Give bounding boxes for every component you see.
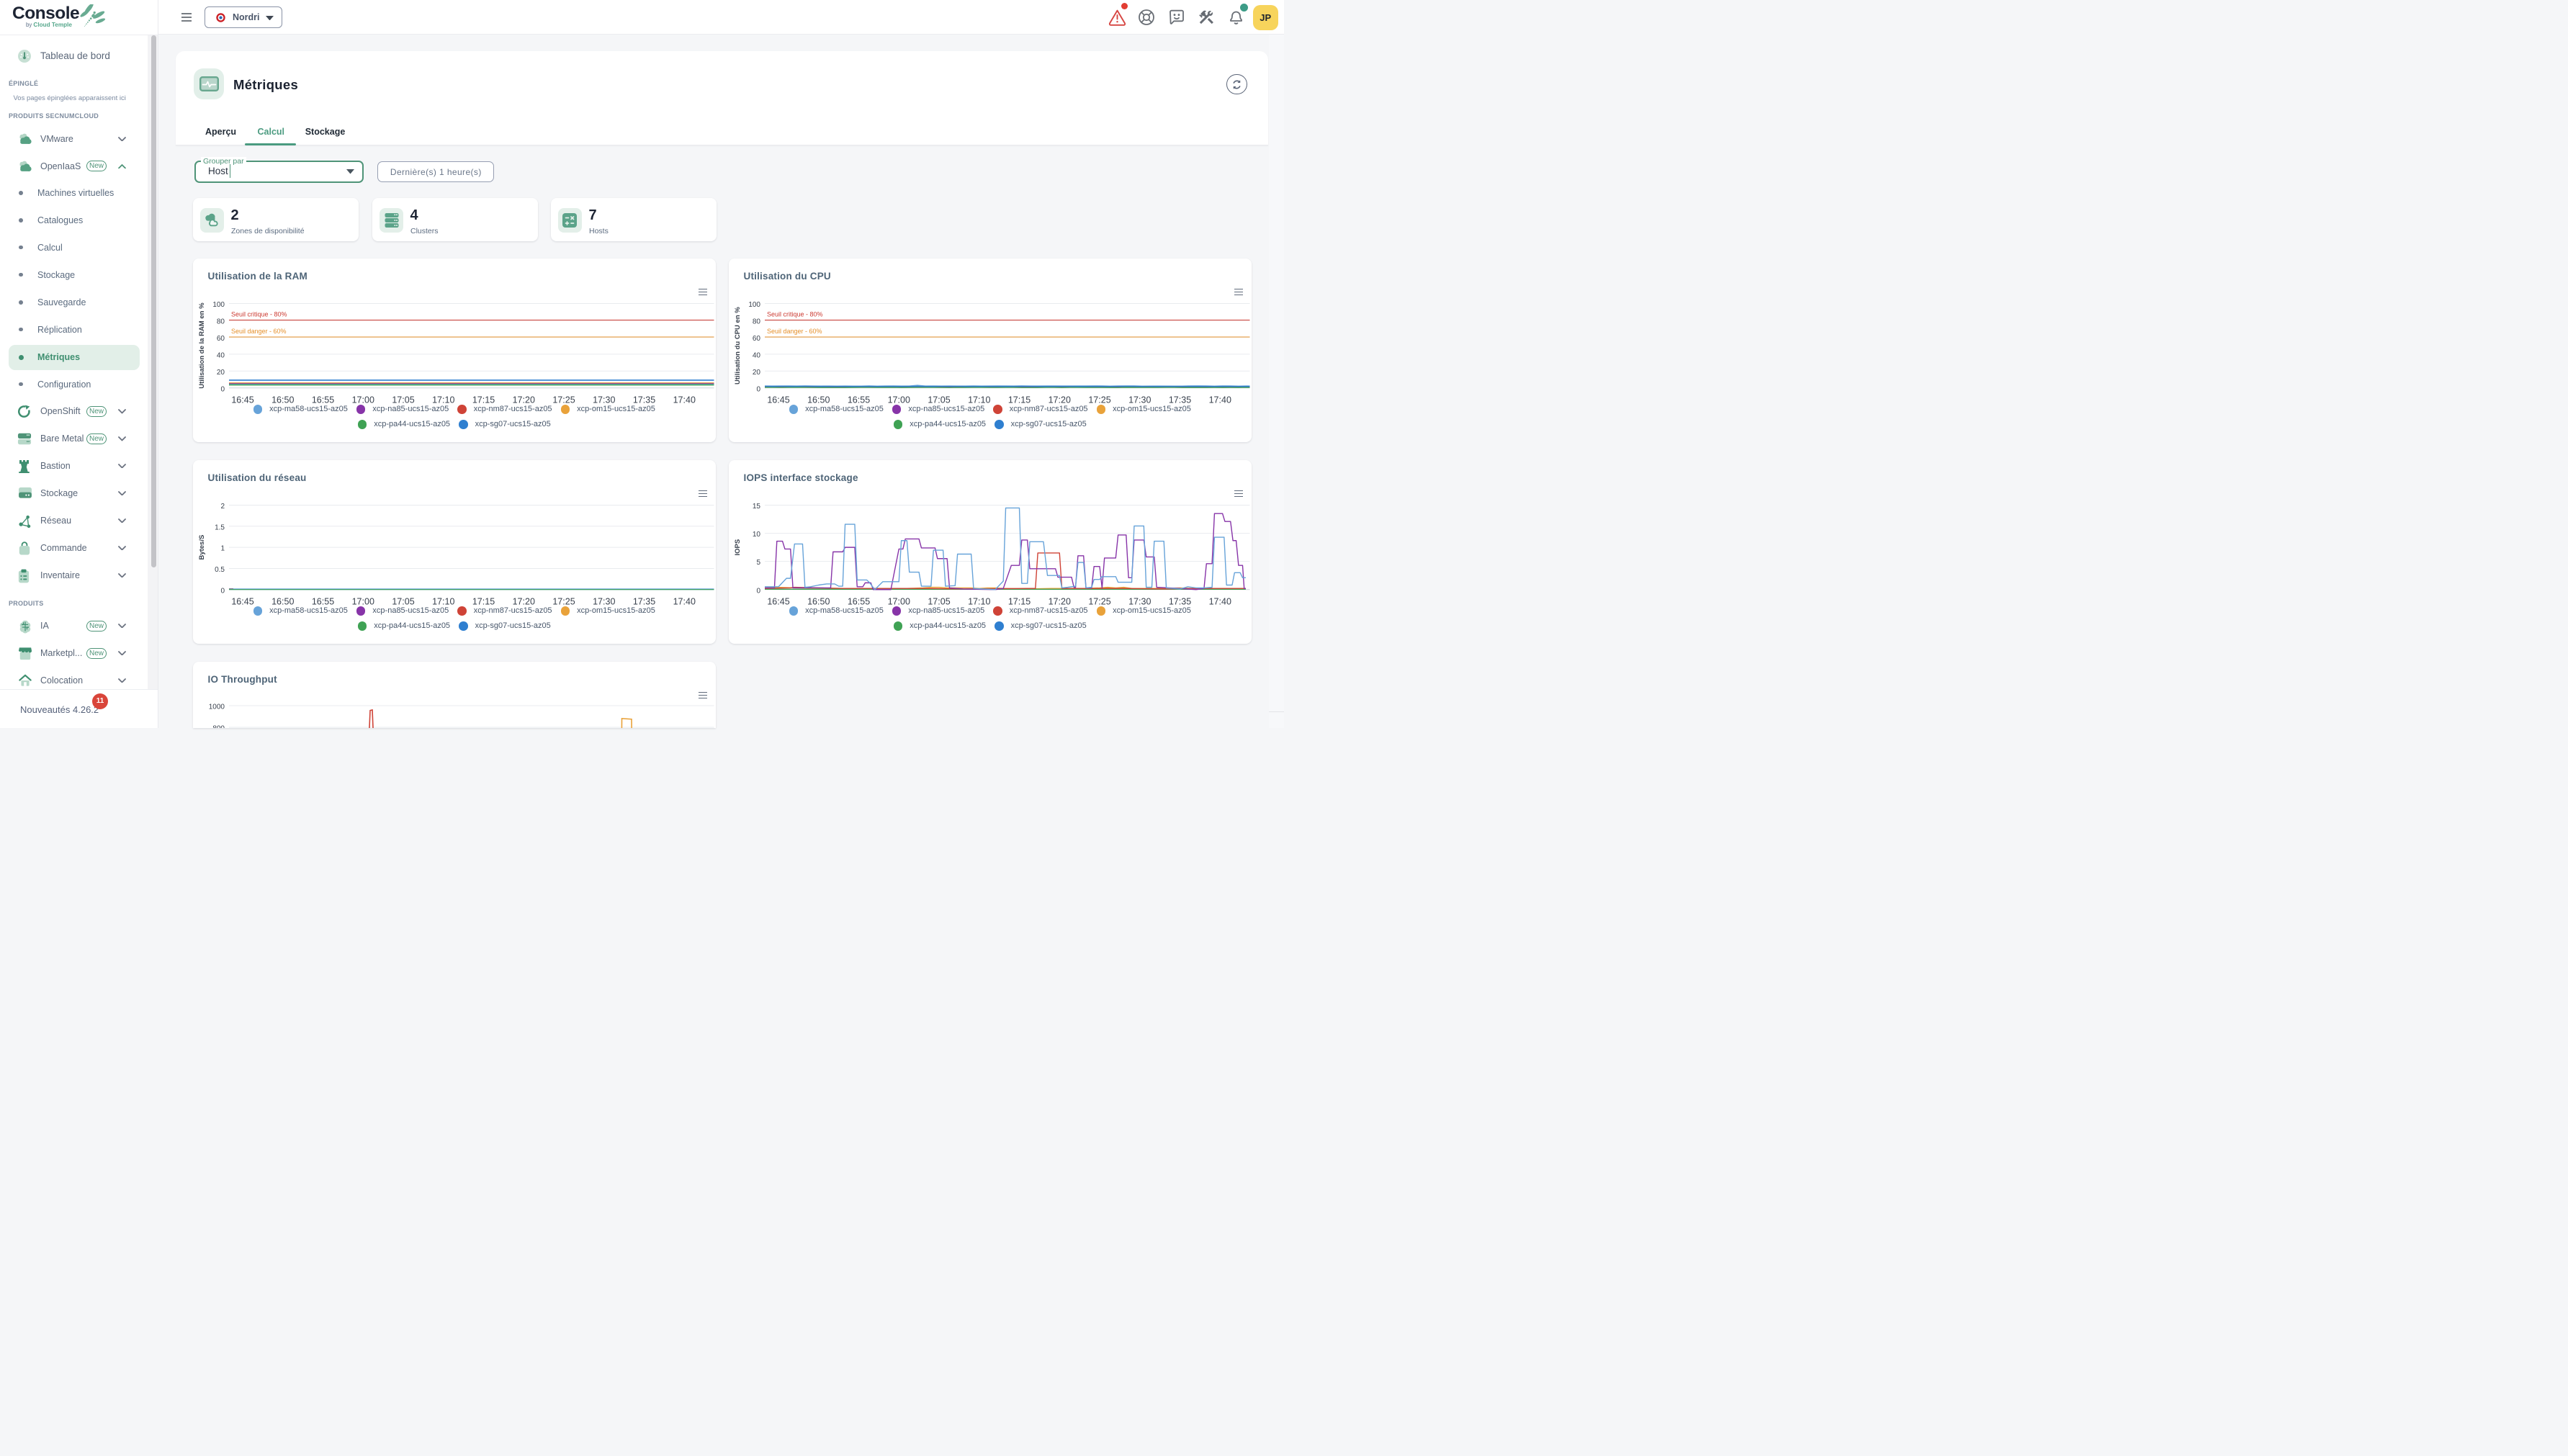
svg-text:0.5: 0.5 [215, 566, 225, 574]
svg-text:17:05: 17:05 [392, 597, 414, 607]
svg-text:17:30: 17:30 [1128, 395, 1151, 405]
svg-text:17:05: 17:05 [928, 395, 950, 405]
svg-text:16:50: 16:50 [807, 395, 830, 405]
svg-text:15: 15 [753, 503, 761, 511]
svg-text:16:45: 16:45 [767, 395, 789, 405]
svg-text:0: 0 [756, 385, 760, 393]
svg-text:17:35: 17:35 [1169, 597, 1191, 607]
svg-text:60: 60 [217, 335, 225, 343]
svg-text:0: 0 [756, 587, 760, 595]
svg-text:17:05: 17:05 [928, 597, 950, 607]
svg-text:16:55: 16:55 [848, 597, 870, 607]
svg-text:Seuil danger - 60%: Seuil danger - 60% [231, 328, 287, 335]
svg-text:17:35: 17:35 [1169, 395, 1191, 405]
svg-text:17:20: 17:20 [1049, 597, 1071, 607]
svg-text:17:00: 17:00 [888, 395, 910, 405]
svg-text:16:50: 16:50 [271, 597, 294, 607]
svg-text:10: 10 [753, 531, 761, 539]
svg-text:16:45: 16:45 [231, 597, 253, 607]
svg-text:17:25: 17:25 [552, 395, 575, 405]
svg-text:17:15: 17:15 [1008, 597, 1031, 607]
svg-text:17:20: 17:20 [1049, 395, 1071, 405]
svg-text:2: 2 [220, 503, 225, 511]
svg-text:60: 60 [753, 335, 761, 343]
svg-text:17:05: 17:05 [392, 395, 414, 405]
svg-text:Seuil critique - 80%: Seuil critique - 80% [231, 311, 287, 318]
svg-text:17:30: 17:30 [593, 597, 615, 607]
svg-text:17:25: 17:25 [552, 597, 575, 607]
svg-text:100: 100 [212, 301, 225, 309]
svg-text:17:15: 17:15 [472, 395, 495, 405]
svg-text:17:25: 17:25 [1088, 395, 1110, 405]
svg-text:17:00: 17:00 [352, 395, 374, 405]
svg-text:0: 0 [220, 587, 225, 595]
svg-text:17:30: 17:30 [1128, 597, 1151, 607]
svg-text:17:35: 17:35 [633, 395, 655, 405]
svg-text:17:40: 17:40 [1209, 395, 1231, 405]
svg-text:IOPS: IOPS [734, 539, 742, 556]
svg-text:17:00: 17:00 [888, 597, 910, 607]
svg-text:17:30: 17:30 [593, 395, 615, 405]
svg-text:17:25: 17:25 [1088, 597, 1110, 607]
svg-text:17:40: 17:40 [1209, 597, 1231, 607]
svg-text:17:10: 17:10 [432, 597, 454, 607]
svg-text:17:40: 17:40 [673, 395, 696, 405]
svg-text:Seuil critique - 80%: Seuil critique - 80% [767, 311, 823, 318]
svg-text:17:15: 17:15 [1008, 395, 1031, 405]
svg-text:80: 80 [217, 318, 225, 325]
svg-text:16:55: 16:55 [312, 597, 334, 607]
svg-text:17:10: 17:10 [968, 597, 990, 607]
svg-text:800: 800 [212, 725, 225, 729]
svg-text:16:45: 16:45 [767, 597, 789, 607]
svg-text:20: 20 [217, 369, 225, 377]
svg-text:Utilisation du CPU en %: Utilisation du CPU en % [734, 307, 742, 385]
svg-text:1.5: 1.5 [215, 523, 225, 531]
svg-text:100: 100 [748, 301, 760, 309]
svg-text:Utilisation de la RAM en %: Utilisation de la RAM en % [198, 302, 206, 389]
svg-text:17:20: 17:20 [513, 597, 535, 607]
svg-text:16:55: 16:55 [312, 395, 334, 405]
svg-text:17:15: 17:15 [472, 597, 495, 607]
svg-text:17:20: 17:20 [513, 395, 535, 405]
svg-text:1000: 1000 [209, 704, 225, 711]
svg-text:5: 5 [756, 559, 760, 567]
svg-text:Seuil danger - 60%: Seuil danger - 60% [767, 328, 822, 335]
svg-text:16:45: 16:45 [231, 395, 253, 405]
svg-text:1: 1 [220, 545, 225, 553]
svg-text:80: 80 [753, 318, 761, 325]
svg-text:40: 40 [217, 351, 225, 359]
svg-text:Bytes/S: Bytes/S [198, 535, 206, 560]
svg-text:17:35: 17:35 [633, 597, 655, 607]
svg-text:17:40: 17:40 [673, 597, 696, 607]
svg-text:17:00: 17:00 [352, 597, 374, 607]
svg-text:16:50: 16:50 [271, 395, 294, 405]
svg-text:17:10: 17:10 [432, 395, 454, 405]
svg-text:16:50: 16:50 [807, 597, 830, 607]
svg-text:20: 20 [753, 369, 761, 377]
svg-text:40: 40 [753, 351, 761, 359]
svg-text:16:55: 16:55 [848, 395, 870, 405]
svg-text:17:10: 17:10 [968, 395, 990, 405]
svg-text:0: 0 [220, 385, 225, 393]
